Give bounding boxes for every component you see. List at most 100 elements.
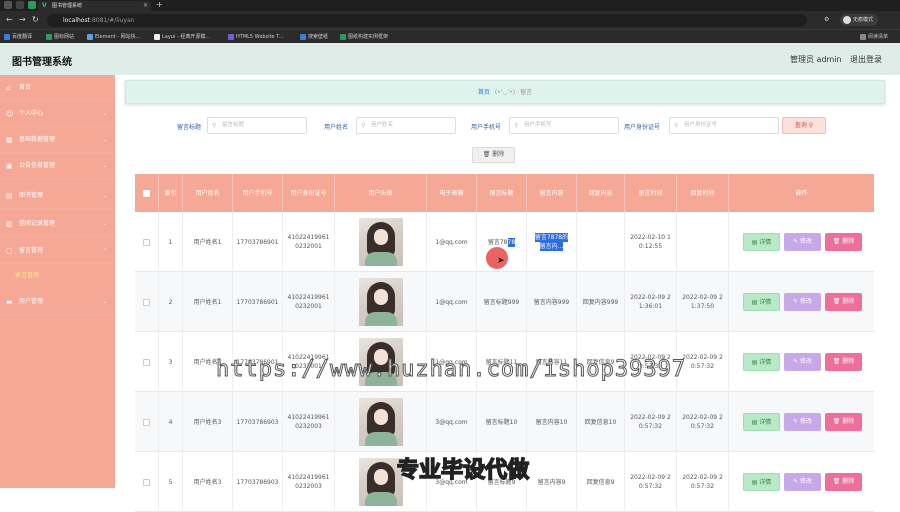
delete-button[interactable]: 🗑 删除 <box>825 353 862 371</box>
cell-reply: 回复信息9 <box>577 452 625 512</box>
column-header[interactable]: 回复时间 <box>677 174 729 212</box>
new-tab-icon[interactable]: + <box>156 0 163 10</box>
select-all-checkbox[interactable] <box>143 189 150 197</box>
column-header[interactable]: 用户头像 <box>335 174 427 212</box>
sidebar-item-home[interactable]: ⌂ 首页 <box>0 75 115 101</box>
row-checkbox[interactable] <box>143 238 150 246</box>
column-header[interactable]: 用户身份证号 <box>283 174 335 212</box>
sidebar-item-messages[interactable]: ▢ 留言管理 ⌃ <box>0 238 115 264</box>
delete-button[interactable]: 🗑 删除 <box>825 293 862 311</box>
cell-name: 用户姓名1 <box>183 272 233 332</box>
sidebar: ⌂ 首页 ☺ 个人中心 ⌄ ▦ 基础数据管理 ⌄ ▣ 公告信息管理 ⌄ ▤ 图书… <box>0 75 115 488</box>
table-row: 2 用户姓名1 17703786901 410224199610232001 1@qq.… <box>135 272 874 332</box>
cell-index: 4 <box>159 392 183 452</box>
tab-search-icon[interactable] <box>16 1 24 9</box>
batch-delete-button[interactable]: 🗑 删除 <box>472 147 515 163</box>
column-header[interactable]: 电子邮箱 <box>427 174 477 212</box>
sidebar-item-borrow[interactable]: ▥ 借阅记录管理 ⌄ <box>0 211 115 237</box>
bookmark-item[interactable]: Element - 网站快... <box>87 32 140 42</box>
sidebar-item-profile[interactable]: ☺ 个人中心 ⌄ <box>0 101 115 127</box>
search-input-idcard[interactable]: 用户身份证号 <box>669 117 779 134</box>
edit-button[interactable]: ✎ 修改 <box>784 413 821 431</box>
sidebar-item-books[interactable]: ▤ 图书管理 ⌄ <box>0 183 115 209</box>
sidebar-item-label: 基础数据管理 <box>19 136 56 143</box>
view-button[interactable]: ▤ 详情 <box>743 413 780 431</box>
column-header[interactable]: 用户姓名 <box>183 174 233 212</box>
sidebar-subitem-message-manage[interactable]: 留言管理 <box>0 269 115 283</box>
search-input-title[interactable]: 留言标题 <box>207 117 307 134</box>
column-header[interactable]: 索引 <box>159 174 183 212</box>
edit-button[interactable]: ✎ 修改 <box>784 473 821 491</box>
record-icon: ▥ <box>6 220 13 228</box>
cell-phone: 17703786903 <box>233 452 283 512</box>
breadcrumb-home[interactable]: 首页 <box>478 89 490 96</box>
bookmark-item[interactable]: 百度翻译 <box>4 32 32 42</box>
sidebar-item-notice[interactable]: ▣ 公告信息管理 ⌄ <box>0 153 115 179</box>
column-header[interactable]: 留言标题 <box>477 174 527 212</box>
bookmark-item[interactable]: 阅读清单 <box>860 32 888 42</box>
cell-email: 1@qq.com <box>427 212 477 272</box>
view-button[interactable]: ▤ 详情 <box>743 293 780 311</box>
row-checkbox[interactable] <box>143 418 150 426</box>
app-title: 图书管理系统 <box>12 57 72 68</box>
row-checkbox[interactable] <box>143 298 150 306</box>
bookmark-item[interactable]: 图标网站 <box>46 32 74 42</box>
sidebar-item-users[interactable]: ▬ 用户管理 ⌄ <box>0 289 115 315</box>
book-icon: ▤ <box>6 192 13 200</box>
row-checkbox[interactable] <box>143 478 150 486</box>
cell-idcard: 410224199610232003 <box>283 452 335 512</box>
browser-tab[interactable]: V 图书管理系统 ✕ <box>38 1 151 11</box>
extensions-icon[interactable]: ⚙ <box>824 15 829 25</box>
sidebar-item-label: 公告信息管理 <box>19 162 56 169</box>
view-button[interactable]: ▤ 详情 <box>743 233 780 251</box>
reload-icon[interactable]: ↻ <box>32 15 39 25</box>
query-button[interactable]: 查询 ⚲ <box>782 117 826 134</box>
sidebar-item-basic-data[interactable]: ▦ 基础数据管理 ⌄ <box>0 127 115 153</box>
forward-icon[interactable]: → <box>19 15 26 25</box>
edit-button[interactable]: ✎ 修改 <box>784 293 821 311</box>
row-checkbox-cell <box>135 272 159 332</box>
message-icon: ▢ <box>6 247 13 255</box>
delete-button[interactable]: 🗑 删除 <box>825 473 862 491</box>
row-checkbox[interactable] <box>143 358 150 366</box>
url-watermark: https://www.huzhan.com/ishop39397 <box>215 357 687 383</box>
logout-link[interactable]: 退出登录 <box>850 54 882 65</box>
delete-button[interactable]: 🗑 删除 <box>825 413 862 431</box>
delete-button[interactable]: 🗑 删除 <box>825 233 862 251</box>
browser-tab-bar: V 图书管理系统 ✕ + <box>0 0 900 11</box>
tab-close-icon[interactable]: ✕ <box>143 1 148 11</box>
cell-reply-time: 2022-02-09 21:37:50 <box>677 272 729 332</box>
cell-name: 用户姓名3 <box>183 452 233 512</box>
bookmark-item[interactable]: Layui - 经典开源模... <box>154 32 210 42</box>
cell-idcard: 410224199610232001 <box>283 272 335 332</box>
url-field[interactable]: localhost:8081/#/liuyan <box>47 14 807 27</box>
column-header[interactable]: 回复内容 <box>577 174 625 212</box>
incognito-profile-button[interactable]: 无痕模式 <box>840 14 879 26</box>
edit-button[interactable]: ✎ 修改 <box>784 233 821 251</box>
home-icon: ⌂ <box>6 84 11 92</box>
search-input-phone[interactable]: 用户手机号 <box>509 117 619 134</box>
edit-button[interactable]: ✎ 修改 <box>784 353 821 371</box>
column-header[interactable]: 留言内容 <box>527 174 577 212</box>
cell-phone: 17703786903 <box>233 392 283 452</box>
column-header[interactable]: 留言时间 <box>625 174 677 212</box>
column-header[interactable]: 用户手机号 <box>233 174 283 212</box>
pinned-tab-icon[interactable] <box>28 1 36 9</box>
window-menu-icon[interactable] <box>4 1 12 9</box>
search-input-name[interactable]: 用户姓名 <box>356 117 456 134</box>
cell-time: 2022-02-10 10:12:55 <box>625 212 677 272</box>
view-button[interactable]: ▤ 详情 <box>743 473 780 491</box>
sidebar-item-label: 用户管理 <box>19 298 44 305</box>
bookmarks-bar: 百度翻译 图标网站 Element - 网站快... Layui - 经典开源模… <box>0 29 900 43</box>
avatar-cell <box>335 272 427 332</box>
cell-name: 用户姓名3 <box>183 392 233 452</box>
row-checkbox-cell <box>135 332 159 392</box>
bookmark-item[interactable]: HTML5 Website T... <box>228 32 283 42</box>
chevron-up-icon: ⌃ <box>102 248 107 254</box>
bookmark-item[interactable]: 搜索壁纸 <box>300 32 328 42</box>
avatar-face <box>373 229 388 245</box>
cell-reply-time: 2022-02-09 20:57:32 <box>677 392 729 452</box>
view-button[interactable]: ▤ 详情 <box>743 353 780 371</box>
bookmark-item[interactable]: 图纸构建实例框架 <box>340 32 388 42</box>
back-icon[interactable]: ← <box>6 15 13 25</box>
